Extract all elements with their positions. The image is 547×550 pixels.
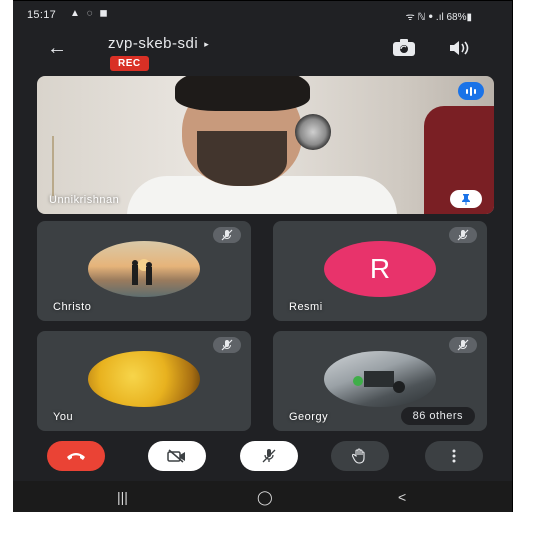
end-call-button[interactable] [47,441,105,471]
switch-camera-icon[interactable] [392,39,416,57]
participant-name: Georgy [289,411,329,423]
participant-tile-you[interactable]: You [37,331,251,431]
raise-hand-button[interactable] [331,441,389,471]
hang-up-icon [67,453,85,460]
recent-apps-icon[interactable]: ||| [117,489,128,505]
others-count-button[interactable]: 86 others [400,407,475,425]
android-nav-bar: ||| ◯ < [13,481,512,512]
nav-back-icon[interactable]: < [398,489,406,505]
main-video-tile[interactable]: Unnikrishnan [37,76,494,214]
meeting-code: zvp-skeb-sdi [108,35,199,52]
avatar-christo [88,241,200,297]
mic-off-icon [449,337,477,353]
participant-tile-christo[interactable]: Christo [37,221,251,321]
speaker-icon[interactable] [449,40,469,56]
avatar-resmi: R [324,241,436,297]
mic-toggle-button[interactable] [240,441,298,471]
video-person-beard [197,131,287,186]
camera-off-icon [167,449,185,463]
video-person-headphone [295,114,331,150]
more-options-button[interactable] [425,441,483,471]
recording-badge: REC [110,56,149,71]
pin-icon[interactable] [450,190,482,208]
participant-name: Christo [53,301,92,313]
main-participant-name: Unnikrishnan [49,194,120,206]
avatar-you [88,351,200,407]
participant-tile-georgy[interactable]: Georgy 86 others [273,331,487,431]
camera-toggle-button[interactable] [148,441,206,471]
more-vert-icon [452,449,456,463]
status-notification-icons: ▲ ◌ ◼ [70,8,110,19]
home-icon[interactable]: ◯ [257,489,273,506]
title-caret-icon: ▸ [204,38,210,49]
mic-off-icon [213,227,241,243]
speaking-indicator-icon [458,82,484,100]
mic-off-icon [262,449,276,463]
video-person-hair [175,76,310,111]
background-shelf [52,136,94,196]
back-arrow-icon[interactable]: ← [47,37,67,60]
mic-off-icon [213,337,241,353]
status-time: 15:17 [27,9,57,21]
status-battery-signal: ᯤ ℕ ꔷ .ıl 68%▮ [405,12,472,23]
participant-name: You [53,411,74,423]
meeting-title[interactable]: zvp-skeb-sdi ▸ [108,35,209,52]
phone-screen: 15:17 ▲ ◌ ◼ ᯤ ℕ ꔷ .ıl 68%▮ ← zvp-skeb-sd… [13,0,513,512]
participant-name: Resmi [289,301,323,313]
avatar-georgy [324,351,436,407]
mic-off-icon [449,227,477,243]
hand-icon [352,448,365,464]
status-bar: 15:17 ▲ ◌ ◼ ᯤ ℕ ꔷ .ıl 68%▮ [13,1,512,25]
participant-tile-resmi[interactable]: R Resmi [273,221,487,321]
